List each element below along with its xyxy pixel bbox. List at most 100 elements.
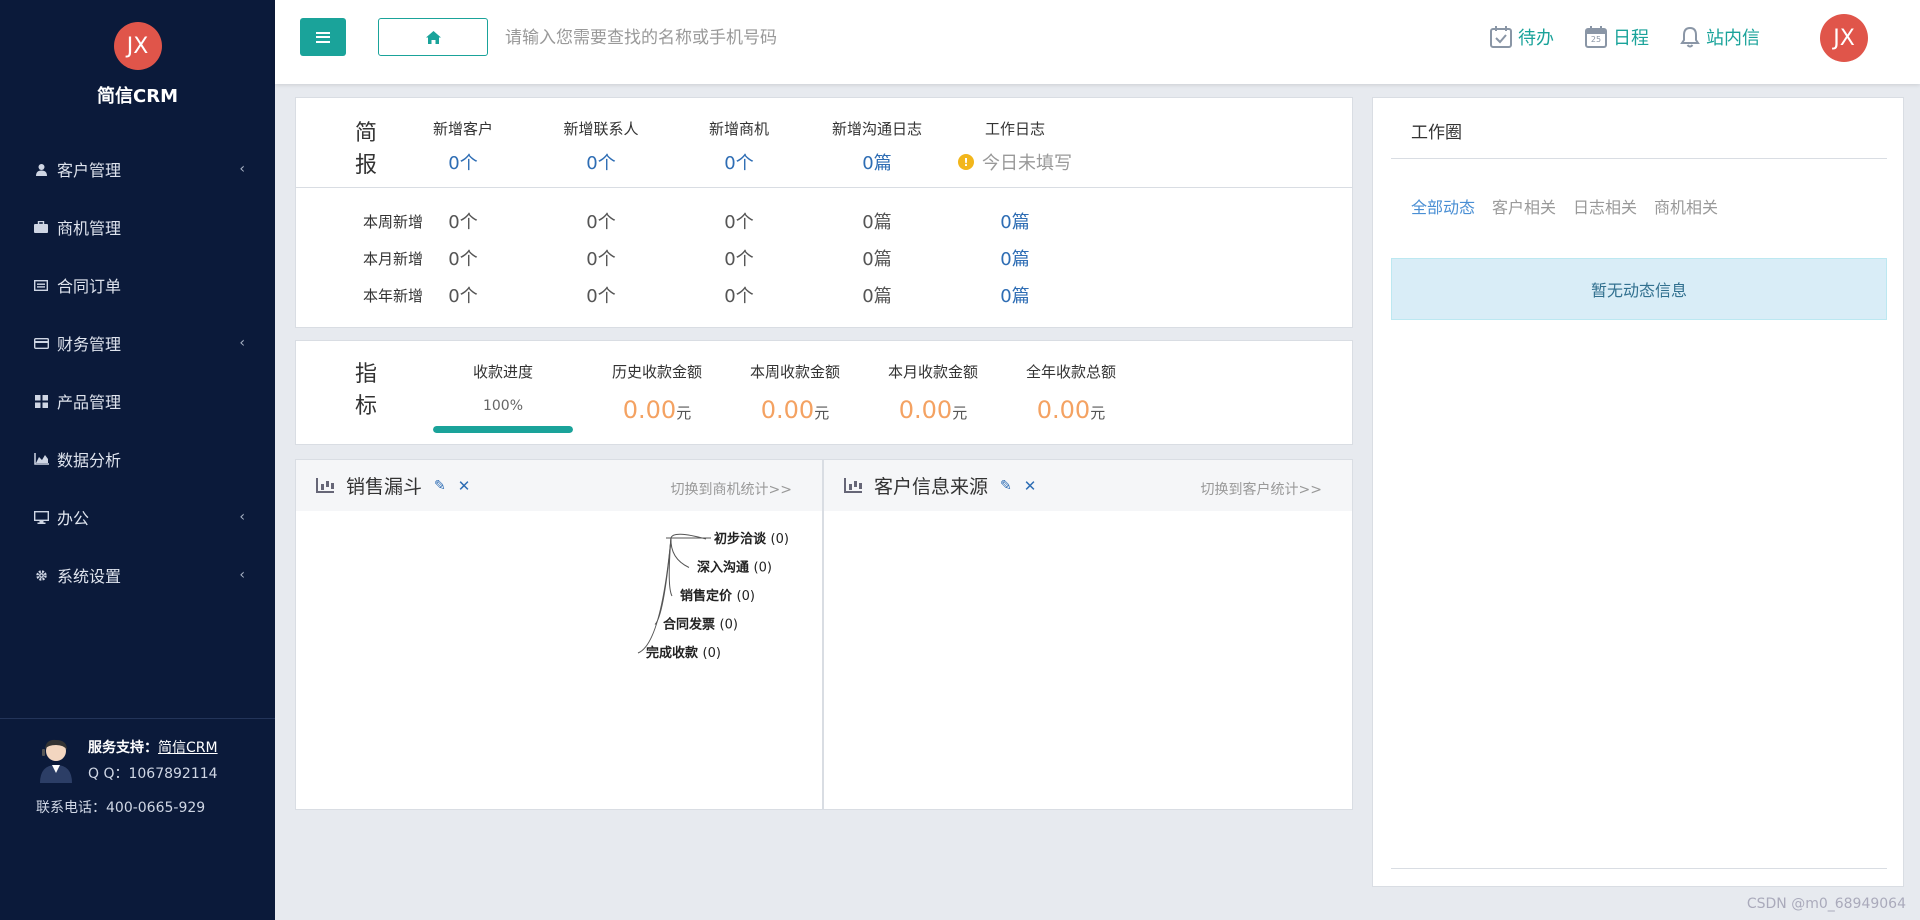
chevron-left-icon: ‹	[239, 161, 245, 177]
briefcase-icon	[33, 221, 49, 233]
table-cell-link[interactable]: 0篇	[955, 282, 1075, 308]
messages-label: 站内信	[1706, 28, 1760, 49]
switch-link[interactable]: 切换到商机统计>>	[671, 479, 792, 499]
amount-value: 0.00元	[725, 396, 865, 424]
work-circle-panel: 工作圈 全部动态 客户相关 日志相关 商机相关 暂无动态信息	[1372, 97, 1904, 887]
home-button[interactable]	[378, 18, 488, 56]
sidebar-item-settings[interactable]: 系统设置 ‹	[0, 546, 275, 604]
support-link[interactable]: 简信CRM	[158, 740, 218, 756]
support-qq: Q Q：1067892114	[88, 766, 218, 782]
sidebar-item-products[interactable]: 产品管理	[0, 372, 275, 430]
hamburger-icon	[316, 31, 330, 43]
sidebar-item-label: 办公	[57, 509, 90, 528]
amount-unit: 元	[676, 404, 692, 422]
area-chart-icon	[33, 453, 49, 465]
progress-bar-fill	[433, 426, 573, 433]
support-text: 服务支持：简信CRM Q Q：1067892114	[88, 737, 218, 783]
table-cell-link[interactable]: 0篇	[955, 208, 1075, 234]
amount-value: 0.00元	[1001, 396, 1141, 424]
card-icon	[33, 279, 49, 291]
work-log-status[interactable]: ! 今日未填写	[955, 149, 1075, 175]
support-agent-icon	[36, 737, 76, 783]
tab-all[interactable]: 全部动态	[1411, 194, 1475, 218]
calendar-day: 25	[1590, 35, 1602, 44]
amount-value: 0.00元	[863, 396, 1003, 424]
sidebar-menu: 客户管理 ‹ 商机管理 合同订单 财务管理 ‹ 产品管理 数据分析 办公 ‹ 系…	[0, 140, 275, 604]
sidebar-item-label: 商机管理	[57, 219, 122, 238]
amount-unit: 元	[952, 404, 968, 422]
table-cell: 0篇	[862, 286, 892, 307]
amount-unit: 元	[1090, 404, 1106, 422]
today-value[interactable]: 0个	[403, 149, 523, 175]
support-title: 服务支持：简信CRM	[88, 737, 218, 757]
sidebar-item-analytics[interactable]: 数据分析	[0, 430, 275, 488]
index-title-line: 标	[354, 394, 377, 419]
empty-state: 暂无动态信息	[1391, 258, 1887, 320]
tab-log[interactable]: 日志相关	[1573, 194, 1637, 218]
support-info: 服务支持：简信CRM Q Q：1067892114 联系电话：400-0665-…	[0, 718, 275, 817]
table-cell: 0个	[724, 249, 754, 270]
column-header: 工作日志	[984, 120, 1045, 138]
column-header: 新增商机	[708, 120, 769, 138]
messages-link[interactable]: 站内信	[1680, 24, 1760, 50]
brief-title-line: 报	[354, 153, 377, 178]
table-cell-link[interactable]: 0篇	[955, 245, 1075, 271]
tab-opportunity[interactable]: 商机相关	[1654, 194, 1718, 218]
column-header: 新增沟通日志	[831, 120, 922, 138]
gear-icon	[33, 569, 49, 582]
funnel-leader-line	[670, 537, 690, 568]
brand: JX 简信CRM	[0, 0, 275, 140]
amount-week: 本周收款金额 0.00元	[725, 361, 865, 424]
sidebar-item-opportunities[interactable]: 商机管理	[0, 198, 275, 256]
credit-card-icon	[33, 337, 49, 349]
sidebar-item-label: 客户管理	[57, 161, 122, 180]
close-icon[interactable]: ✕	[458, 477, 471, 495]
funnel-leader-line	[654, 537, 672, 625]
funnel-stage-label: 合同发票 (0)	[663, 617, 738, 633]
amount-number: 0.00	[1036, 396, 1091, 424]
brand-logo: JX	[113, 22, 162, 70]
brand-name: 简信CRM	[97, 86, 178, 107]
support-phone: 联系电话：400-0665-929	[36, 800, 206, 816]
progress-header: 收款进度	[472, 363, 533, 381]
today-value[interactable]: 0篇	[817, 149, 937, 175]
sidebar-item-finance[interactable]: 财务管理 ‹	[0, 314, 275, 372]
amount-month: 本月收款金额 0.00元	[863, 361, 1003, 424]
schedule-label: 日程	[1613, 28, 1649, 49]
index-title: 指 标	[351, 359, 381, 423]
pencil-icon[interactable]: ✎	[1000, 478, 1012, 494]
user-avatar[interactable]: JX	[1820, 14, 1868, 62]
sidebar-item-contracts[interactable]: 合同订单	[0, 256, 275, 314]
table-cell: 0个	[586, 286, 616, 307]
sidebar-item-label: 财务管理	[57, 335, 122, 354]
funnel-stage-label: 深入沟通 (0)	[697, 560, 772, 576]
support-row: 服务支持：简信CRM Q Q：1067892114	[36, 737, 275, 783]
table-cell: 0个	[724, 212, 754, 233]
funnel-leader-line	[637, 537, 672, 654]
calendar-check-icon	[1490, 26, 1512, 48]
schedule-link[interactable]: 25 日程	[1585, 24, 1649, 50]
chevron-left-icon: ‹	[239, 509, 245, 525]
search-input[interactable]	[505, 22, 925, 54]
chevron-left-icon: ‹	[239, 335, 245, 351]
amount-number: 0.00	[898, 396, 953, 424]
brief-today: 简 报 新增客户 0个 新增联系人 0个 新增商机 0个 新增沟通日志 0篇 工…	[296, 98, 1352, 188]
amount-header: 本周收款金额	[749, 363, 840, 381]
warning-icon: !	[958, 154, 974, 170]
sales-funnel-panel: 销售漏斗 ✎ ✕ 切换到商机统计>> 初步洽谈 (0) 深入沟通 (0) 销售定价 …	[295, 459, 823, 810]
work-tabs: 全部动态 客户相关 日志相关 商机相关	[1411, 194, 1735, 218]
switch-link[interactable]: 切换到客户统计>>	[1201, 479, 1322, 499]
grid-icon	[33, 394, 49, 408]
tab-customer[interactable]: 客户相关	[1492, 194, 1556, 218]
menu-toggle-button[interactable]	[300, 18, 346, 56]
sidebar-item-customers[interactable]: 客户管理 ‹	[0, 140, 275, 198]
todo-link[interactable]: 待办	[1490, 24, 1554, 50]
today-value[interactable]: 0个	[679, 149, 799, 175]
close-icon[interactable]: ✕	[1024, 477, 1037, 495]
sidebar-item-office[interactable]: 办公 ‹	[0, 488, 275, 546]
pencil-icon[interactable]: ✎	[434, 478, 446, 494]
support-label: 服务支持：	[88, 740, 158, 756]
table-cell: 0篇	[862, 212, 892, 233]
sidebar-item-label: 产品管理	[57, 393, 122, 412]
today-value[interactable]: 0个	[541, 149, 661, 175]
